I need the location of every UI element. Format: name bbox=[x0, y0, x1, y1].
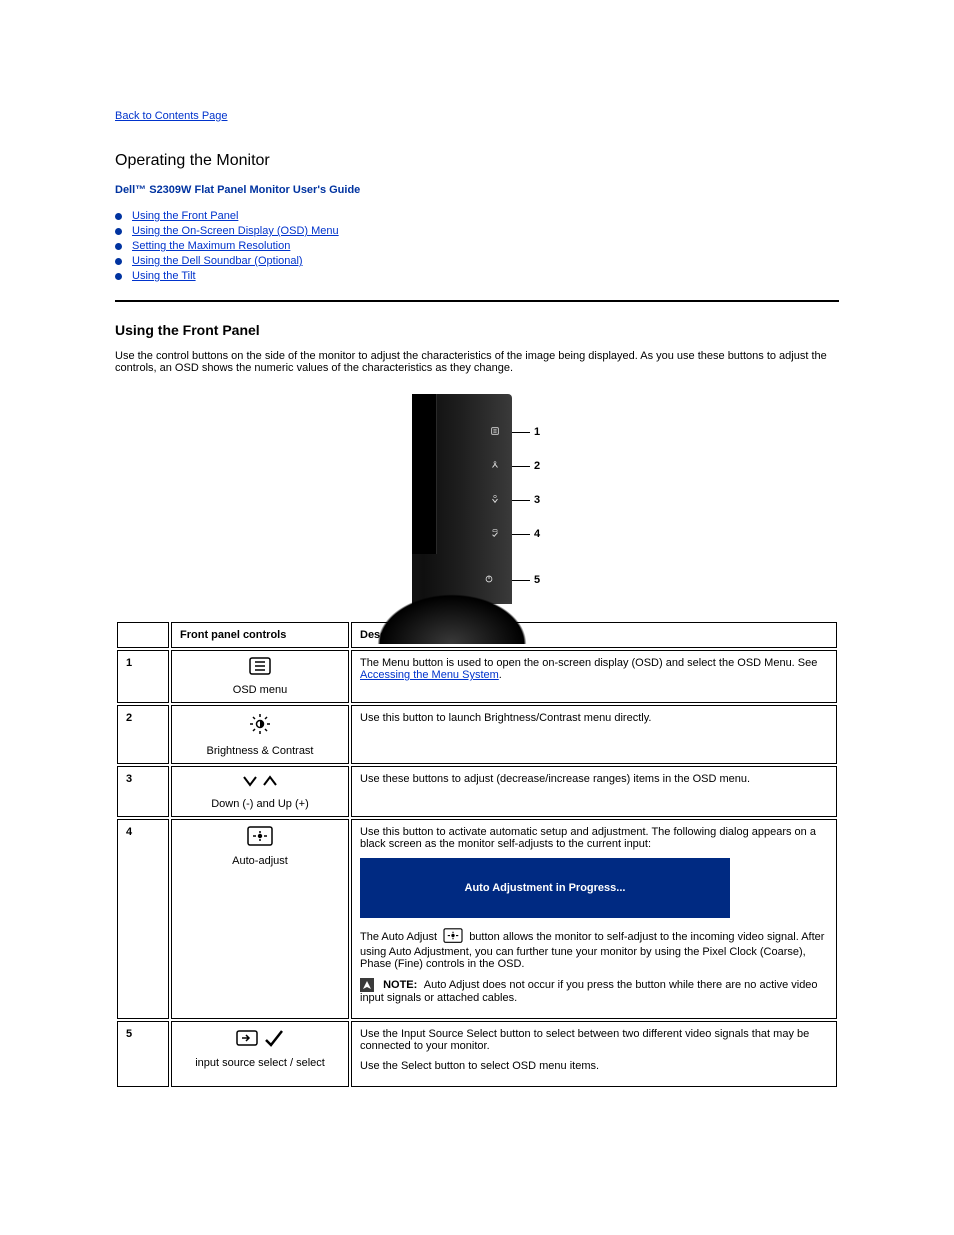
control-label: Auto-adjust bbox=[180, 855, 340, 867]
auto-adjust-icon bbox=[247, 826, 273, 846]
description-cell: Use the Input Source Select button to se… bbox=[351, 1021, 837, 1087]
desc-text: Use these buttons to adjust (decrease/in… bbox=[360, 773, 828, 785]
toc-link-max-resolution[interactable]: Setting the Maximum Resolution bbox=[132, 240, 290, 252]
callout-1: 1 bbox=[512, 426, 540, 438]
callout-4: 4 bbox=[512, 528, 540, 540]
note: NOTE: Auto Adjust does not occur if you … bbox=[360, 978, 828, 1004]
section-heading: Using the Front Panel bbox=[115, 322, 839, 338]
th-description: Description bbox=[351, 622, 837, 648]
note-label: NOTE: bbox=[383, 979, 417, 991]
table-row: 2 Brightness & Contrast Use this button … bbox=[117, 705, 837, 764]
description-cell: Use this button to activate automatic se… bbox=[351, 819, 837, 1019]
bezel-button-select bbox=[490, 528, 500, 538]
row-idx: 4 bbox=[117, 819, 169, 1019]
row-idx: 2 bbox=[117, 705, 169, 764]
toc-item: Setting the Maximum Resolution bbox=[115, 240, 839, 252]
toc-item: Using the On-Screen Display (OSD) Menu bbox=[115, 225, 839, 237]
toc-list: Using the Front Panel Using the On-Scree… bbox=[115, 210, 839, 282]
bezel-button-power bbox=[484, 574, 494, 584]
bullet-icon bbox=[115, 258, 122, 265]
page-subtitle: Dell™ S2309W Flat Panel Monitor User's G… bbox=[115, 184, 839, 196]
toc-link-osd-menu[interactable]: Using the On-Screen Display (OSD) Menu bbox=[132, 225, 339, 237]
auto-adjust-progress-banner: Auto Adjustment in Progress... bbox=[360, 858, 730, 918]
control-label: Brightness & Contrast bbox=[180, 745, 340, 757]
control-label: input source select / select bbox=[180, 1057, 340, 1069]
table-row: 1 OSD menu The Menu button is used to op… bbox=[117, 650, 837, 703]
toc-item: Using the Tilt bbox=[115, 270, 839, 282]
description-cell: Use these buttons to adjust (decrease/in… bbox=[351, 766, 837, 817]
page-title: Operating the Monitor bbox=[115, 152, 839, 170]
control-cell: OSD menu bbox=[171, 650, 349, 703]
toc-item: Using the Dell Soundbar (Optional) bbox=[115, 255, 839, 267]
toc-link-soundbar[interactable]: Using the Dell Soundbar (Optional) bbox=[132, 255, 303, 267]
toc-link-front-panel[interactable]: Using the Front Panel bbox=[132, 210, 238, 222]
desc-text: Use the Select button to select OSD menu… bbox=[360, 1060, 828, 1072]
bullet-icon bbox=[115, 243, 122, 250]
control-cell: Auto-adjust bbox=[171, 819, 349, 1019]
desc-text: . bbox=[499, 669, 502, 681]
toc-link-tilt[interactable]: Using the Tilt bbox=[132, 270, 196, 282]
down-up-icon bbox=[240, 773, 280, 789]
control-cell: Down (-) and Up (+) bbox=[171, 766, 349, 817]
row-idx: 5 bbox=[117, 1021, 169, 1087]
desc-text: Use the Input Source Select button to se… bbox=[360, 1028, 828, 1052]
table-row: 4 Auto-adjust Use this button to activat… bbox=[117, 819, 837, 1019]
toc-item: Using the Front Panel bbox=[115, 210, 839, 222]
note-icon bbox=[360, 978, 374, 992]
accessing-menu-link[interactable]: Accessing the Menu System bbox=[360, 669, 499, 681]
enter-select-icon bbox=[236, 1028, 284, 1048]
control-cell: Brightness & Contrast bbox=[171, 705, 349, 764]
row-idx: 1 bbox=[117, 650, 169, 703]
bezel-figure: 1 2 3 4 5 bbox=[115, 394, 839, 604]
description-cell: Use this button to launch Brightness/Con… bbox=[351, 705, 837, 764]
callout-numbers: 1 2 3 4 5 bbox=[512, 394, 542, 604]
callout-2: 2 bbox=[512, 460, 540, 472]
auto-adjust-inline-icon bbox=[443, 928, 463, 946]
desc-text: The Auto Adjust button allows the monito… bbox=[360, 928, 828, 970]
section-lead: Use the control buttons on the side of t… bbox=[115, 350, 839, 374]
th-controls: Front panel controls bbox=[171, 622, 349, 648]
bezel-button-menu bbox=[490, 426, 500, 436]
bezel-button-down bbox=[490, 494, 500, 504]
control-label: OSD menu bbox=[180, 684, 340, 696]
table-row: 5 input source select / select Use the I… bbox=[117, 1021, 837, 1087]
desc-text: Use this button to launch Brightness/Con… bbox=[360, 712, 828, 724]
description-cell: The Menu button is used to open the on-s… bbox=[351, 650, 837, 703]
divider bbox=[115, 300, 839, 302]
desc-text: Use this button to activate automatic se… bbox=[360, 826, 828, 850]
brightness-icon bbox=[248, 712, 272, 736]
control-cell: input source select / select bbox=[171, 1021, 349, 1087]
back-to-contents-link[interactable]: Back to Contents Page bbox=[115, 110, 228, 122]
osd-menu-icon bbox=[249, 657, 271, 675]
table-row: 3 Down (-) and Up (+) Use these buttons … bbox=[117, 766, 837, 817]
bezel-button-up bbox=[490, 460, 500, 470]
callout-3: 3 bbox=[512, 494, 540, 506]
bullet-icon bbox=[115, 213, 122, 220]
bullet-icon bbox=[115, 228, 122, 235]
control-label: Down (-) and Up (+) bbox=[180, 798, 340, 810]
th-idx bbox=[117, 622, 169, 648]
bullet-icon bbox=[115, 273, 122, 280]
callout-5: 5 bbox=[512, 574, 540, 586]
row-idx: 3 bbox=[117, 766, 169, 817]
note-text: Auto Adjust does not occur if you press … bbox=[360, 979, 818, 1004]
desc-text: The Menu button is used to open the on-s… bbox=[360, 657, 817, 669]
controls-table: Front panel controls Description 1 OSD m… bbox=[115, 620, 839, 1089]
monitor-bezel bbox=[412, 394, 512, 604]
